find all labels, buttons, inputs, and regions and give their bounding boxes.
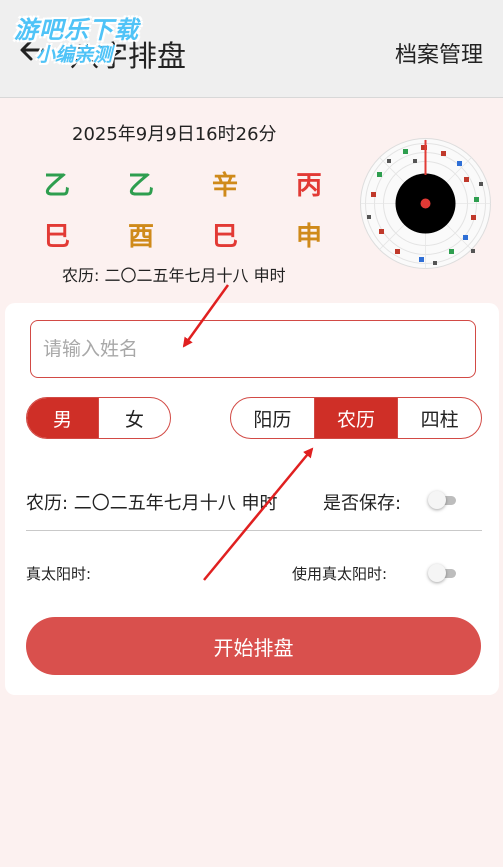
heavenly-stem-day: 辛	[211, 171, 238, 201]
gender-option-female[interactable]: 女	[98, 398, 170, 438]
calendar-selector: 阳历 农历 四柱	[230, 397, 482, 439]
heavenly-stem-year: 乙	[43, 171, 70, 201]
name-input[interactable]	[30, 320, 476, 378]
save-toggle[interactable]	[428, 490, 458, 510]
birth-date-picker[interactable]: 农历: 二〇二五年七月十八 申时	[26, 489, 278, 515]
true-solar-time-label: 真太阳时:	[26, 565, 92, 583]
heavenly-stem-month: 乙	[127, 171, 154, 201]
gender-selector: 男 女	[26, 397, 171, 439]
start-chart-button[interactable]: 开始排盘	[26, 617, 481, 675]
watermark-line-2: 小编亲测	[36, 44, 113, 66]
earthly-branch-hour: 申	[295, 222, 322, 252]
top-app-bar: 八字排盘 档案管理 游吧乐下载 小编亲测	[0, 0, 503, 98]
save-label: 是否保存:	[323, 493, 402, 514]
lunar-date-text: 农历: 二〇二五年七月十八 申时	[62, 266, 286, 285]
gender-option-male[interactable]: 男	[27, 398, 98, 438]
archive-management-button[interactable]: 档案管理	[395, 37, 483, 69]
heavenly-stem-hour: 丙	[295, 171, 322, 201]
earthly-branch-month: 酉	[127, 222, 154, 252]
chart-datetime: 2025年9月9日16时26分	[72, 124, 277, 145]
luopan-compass-icon	[360, 138, 491, 269]
calendar-option-solar[interactable]: 阳历	[231, 398, 314, 438]
calendar-option-lunar[interactable]: 农历	[313, 398, 398, 438]
calendar-option-pillars[interactable]: 四柱	[397, 398, 481, 438]
use-true-solar-time-label: 使用真太阳时:	[292, 565, 388, 583]
earthly-branch-year: 巳	[43, 222, 70, 252]
true-solar-time-toggle[interactable]	[428, 563, 458, 583]
watermark-logo: 游吧乐下载 小编亲测	[14, 10, 184, 72]
earthly-branch-day: 巳	[211, 222, 238, 252]
divider	[26, 530, 482, 531]
